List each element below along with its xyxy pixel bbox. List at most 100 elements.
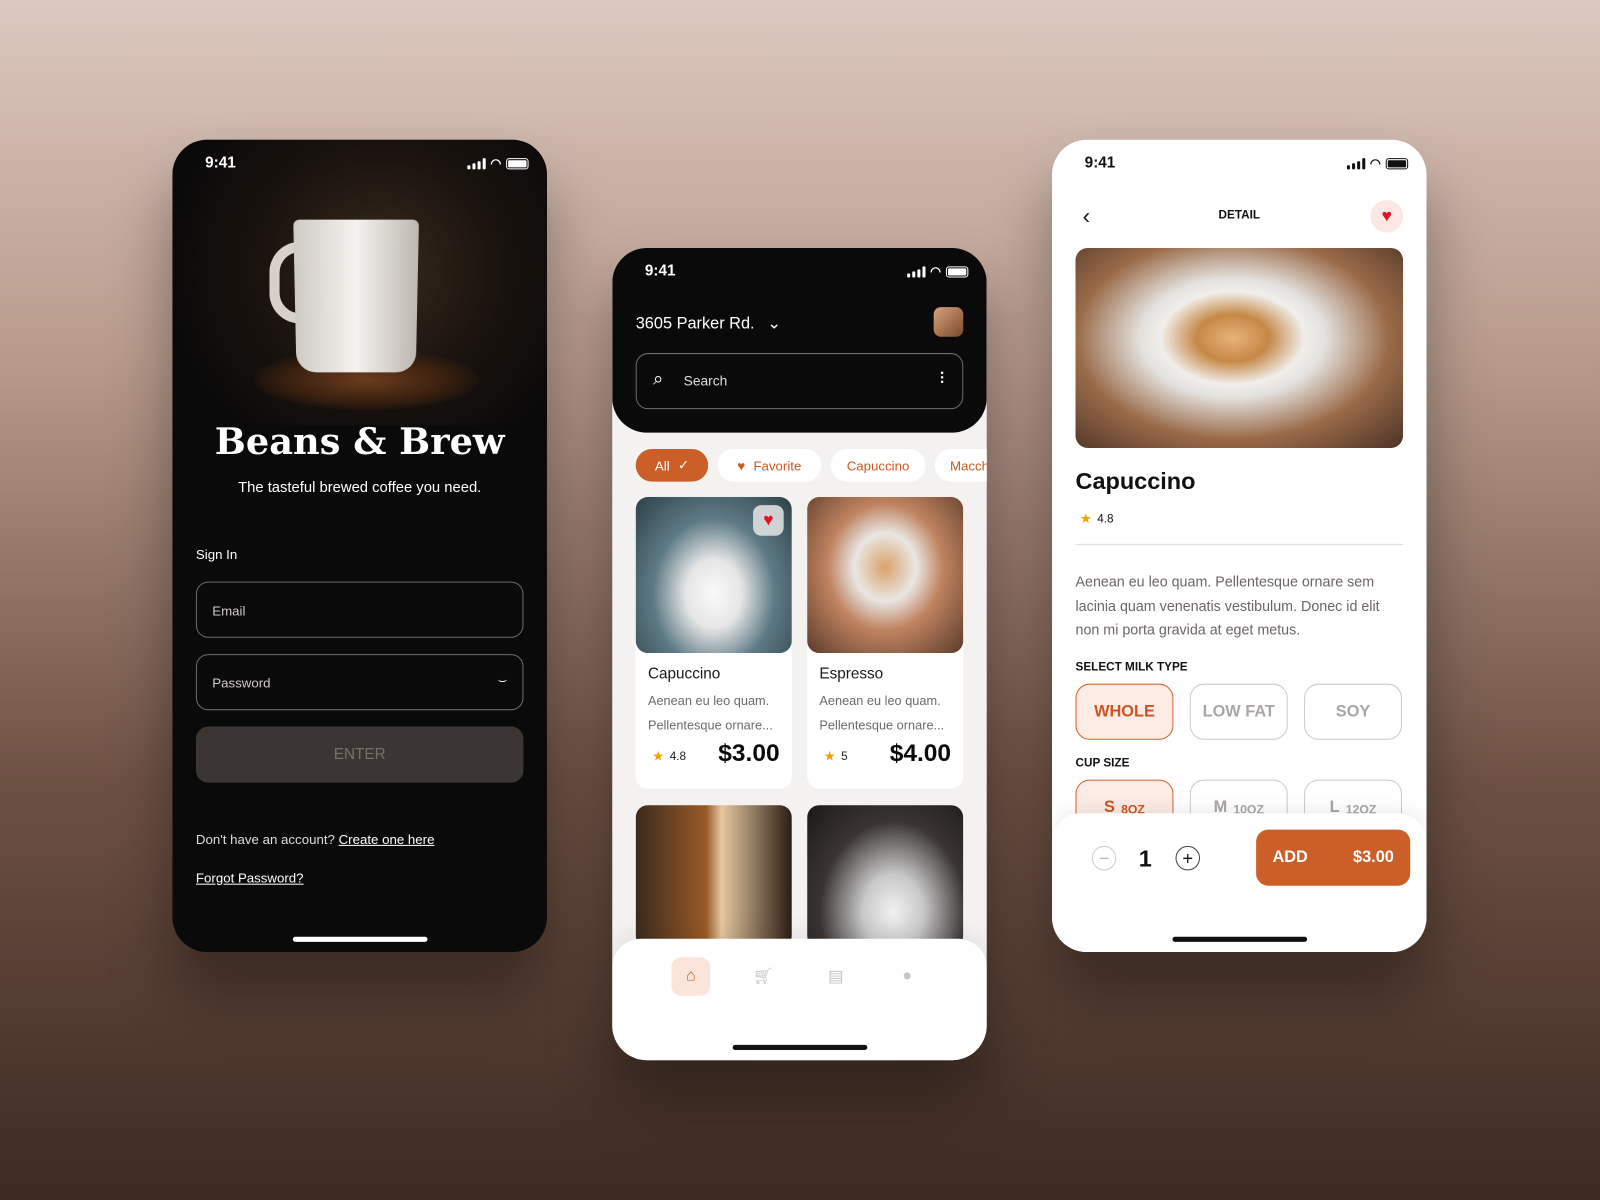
search-icon: ⌕ bbox=[653, 368, 664, 389]
product-description: Aenean eu leo quam. bbox=[819, 693, 941, 709]
chip-label: Favorite bbox=[753, 457, 802, 473]
home-icon: ⌂ bbox=[685, 967, 696, 985]
quantity-value: 1 bbox=[1138, 844, 1152, 872]
home-indicator bbox=[292, 936, 428, 942]
detail-screen: 9:41 ◠ ‹ DETAIL ♥ Capuccino ★ 4.8 Aenean … bbox=[1052, 139, 1427, 953]
chip-label: Capuccino bbox=[846, 457, 910, 473]
star-icon: ★ bbox=[653, 751, 664, 764]
add-price: $3.00 bbox=[1353, 848, 1394, 866]
search-placeholder: Search bbox=[683, 373, 728, 389]
email-placeholder: Email bbox=[212, 603, 246, 619]
profile-icon: ● bbox=[902, 967, 913, 985]
product-rating: ★ 5 bbox=[824, 749, 847, 763]
divider bbox=[1075, 543, 1404, 545]
product-image bbox=[635, 805, 792, 948]
showcase-canvas: 9:41 ◠ Beans & Brew The tasteful brewed … bbox=[0, 0, 1600, 1200]
wifi-icon: ◠ bbox=[490, 156, 502, 171]
home-indicator bbox=[732, 1044, 867, 1050]
tab-profile[interactable]: ● bbox=[888, 957, 927, 996]
home-screen: 9:41 ◠ 3605 Parker Rd. ⌄ ⌕ Search ⫶ All ✓… bbox=[612, 247, 987, 1061]
chip-label: All bbox=[654, 457, 670, 473]
milk-option-low-fat[interactable]: LOW FAT bbox=[1189, 683, 1288, 740]
product-rating: ★ 4.8 bbox=[1081, 511, 1114, 525]
heart-icon: ♥ bbox=[763, 510, 774, 530]
tab-cart[interactable]: 🛒︎ bbox=[744, 957, 783, 996]
forgot-password-link[interactable]: Forgot Password? bbox=[196, 870, 304, 885]
status-bar: 9:41 ◠ bbox=[1052, 140, 1426, 185]
product-card[interactable]: ♥ Capuccino Aenean eu leo quam. Pellente… bbox=[635, 496, 792, 789]
product-card[interactable] bbox=[635, 805, 792, 948]
location-text: 3605 Parker Rd. bbox=[635, 315, 755, 333]
cup-size-label: CUP SIZE bbox=[1075, 757, 1130, 770]
product-image bbox=[1075, 247, 1404, 448]
password-placeholder: Password bbox=[212, 675, 271, 691]
chevron-down-icon: ⌄ bbox=[767, 315, 781, 333]
product-card[interactable] bbox=[807, 805, 964, 948]
heart-icon: ♥ bbox=[737, 457, 746, 473]
favorite-button[interactable]: ♥ bbox=[753, 505, 784, 536]
status-bar: 9:41 ◠ bbox=[172, 140, 546, 185]
eye-closed-icon[interactable]: ⌣ bbox=[498, 671, 507, 688]
chip-macchiato[interactable]: Macchiato bbox=[934, 448, 987, 482]
product-description: Pellentesque ornare... bbox=[647, 718, 773, 733]
increment-button[interactable]: + bbox=[1175, 845, 1200, 871]
battery-icon bbox=[945, 265, 969, 278]
product-rating: ★ 4.8 bbox=[653, 749, 686, 763]
wifi-icon: ◠ bbox=[1369, 156, 1381, 171]
tab-bar: ⌂ 🛒︎ ▤ ● bbox=[612, 938, 987, 1061]
create-account-link[interactable]: Create one here bbox=[339, 832, 435, 847]
chip-all[interactable]: All ✓ bbox=[635, 448, 709, 482]
status-time: 9:41 bbox=[644, 262, 676, 280]
product-name: Capuccino bbox=[647, 665, 721, 683]
rating-value: 4.8 bbox=[1097, 513, 1114, 526]
brand-title: Beans & Brew bbox=[214, 420, 505, 464]
product-card[interactable]: Espresso Aenean eu leo quam. Pellentesqu… bbox=[807, 496, 964, 789]
email-field[interactable]: Email bbox=[195, 581, 524, 638]
wifi-icon: ◠ bbox=[930, 264, 941, 279]
milk-type-label: SELECT MILK TYPE bbox=[1075, 661, 1188, 674]
add-button[interactable]: ADD $3.00 bbox=[1256, 829, 1411, 886]
decrement-button[interactable]: − bbox=[1091, 845, 1117, 871]
status-bar: 9:41 ◠ bbox=[612, 248, 986, 293]
add-label: ADD bbox=[1272, 848, 1308, 866]
favorite-button[interactable]: ♥ bbox=[1370, 199, 1404, 233]
star-icon: ★ bbox=[1080, 513, 1092, 526]
heart-icon: ♥ bbox=[1381, 206, 1392, 226]
product-name: Capuccino bbox=[1075, 467, 1196, 494]
add-to-cart-bar: − 1 + ADD $3.00 bbox=[1052, 813, 1427, 953]
chip-label: Macchiato bbox=[949, 457, 987, 473]
avatar[interactable] bbox=[933, 307, 964, 337]
product-image bbox=[807, 805, 964, 948]
home-indicator bbox=[1171, 936, 1307, 942]
location-selector[interactable]: 3605 Parker Rd. ⌄ bbox=[636, 313, 781, 333]
star-icon: ★ bbox=[824, 751, 836, 764]
rating-value: 5 bbox=[841, 751, 848, 764]
product-price: $3.00 bbox=[718, 739, 780, 768]
product-price: $4.00 bbox=[889, 739, 952, 768]
no-account-text: Don't have an account? bbox=[195, 831, 335, 847]
tagline: The tasteful brewed coffee you need. bbox=[238, 479, 482, 496]
tab-home[interactable]: ⌂ bbox=[671, 957, 711, 996]
battery-icon bbox=[1385, 157, 1409, 169]
password-field[interactable]: Password ⌣ bbox=[195, 654, 524, 711]
product-name: Espresso bbox=[819, 665, 884, 683]
milk-option-whole[interactable]: WHOLE bbox=[1075, 683, 1174, 740]
milk-option-soy[interactable]: SOY bbox=[1304, 683, 1403, 740]
cart-icon: 🛒︎ bbox=[752, 968, 774, 986]
enter-button[interactable]: ENTER bbox=[195, 726, 524, 783]
option-label: WHOLE bbox=[1094, 702, 1155, 720]
status-time: 9:41 bbox=[205, 154, 236, 172]
option-label: SOY bbox=[1335, 702, 1371, 720]
signin-label: Sign In bbox=[195, 546, 238, 563]
signal-icon bbox=[906, 265, 926, 278]
rating-value: 4.8 bbox=[669, 751, 687, 764]
home-header: 9:41 ◠ 3605 Parker Rd. ⌄ ⌕ Search ⫶ bbox=[612, 247, 987, 433]
filter-icon[interactable]: ⫶ bbox=[940, 370, 944, 387]
orders-icon: ▤ bbox=[827, 968, 844, 986]
chip-capuccino[interactable]: Capuccino bbox=[830, 448, 926, 482]
search-input[interactable]: ⌕ Search ⫶ bbox=[635, 353, 964, 410]
signal-icon bbox=[1346, 157, 1365, 169]
tab-orders[interactable]: ▤ bbox=[816, 957, 855, 996]
chip-favorite[interactable]: ♥ Favorite bbox=[717, 448, 822, 482]
battery-icon bbox=[506, 157, 529, 169]
